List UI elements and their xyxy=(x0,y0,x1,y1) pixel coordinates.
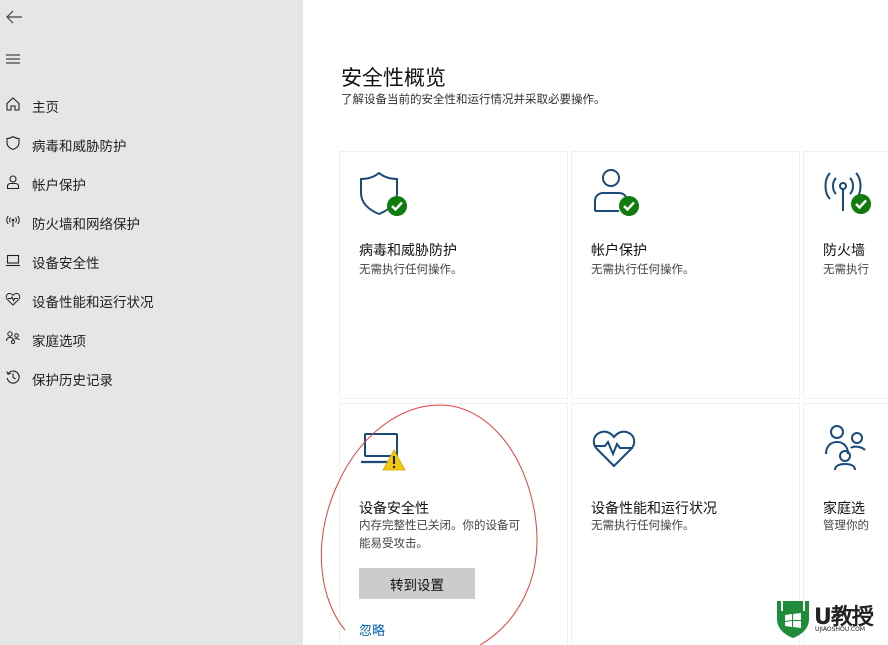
sidebar-item-label: 帐户保护 xyxy=(32,178,86,194)
sidebar-item-home[interactable]: 主页 xyxy=(0,85,303,124)
sidebar-item-label: 保护历史记录 xyxy=(32,373,113,389)
main-content: 安全性概览 了解设备当前的安全性和运行情况并采取必要操作。 病毒和威胁防护 无需… xyxy=(303,0,888,645)
shield-logo-icon xyxy=(777,601,809,638)
laptop-icon xyxy=(6,254,20,267)
sidebar-item-virus-protection[interactable]: 病毒和威胁防护 xyxy=(0,124,303,163)
sidebar-item-label: 设备性能和运行状况 xyxy=(32,295,154,311)
person-icon xyxy=(6,175,20,190)
family-icon xyxy=(825,425,866,471)
card-description-line1: 内存完整性已关闭。你的设备可 xyxy=(359,518,520,532)
card-title: 帐户保护 xyxy=(591,243,647,259)
watermark-logo: U教授 UJIAOSHOU.COM xyxy=(770,593,888,645)
sidebar-item-label: 防火墙和网络保护 xyxy=(32,217,140,233)
sidebar-item-device-security[interactable]: 设备安全性 xyxy=(0,241,303,280)
card-firewall[interactable]: 防火墙 无需执行 xyxy=(804,152,888,398)
shield-icon xyxy=(6,135,20,151)
card-description: 无需执行任何操作。 xyxy=(359,262,463,276)
hamburger-menu-icon[interactable] xyxy=(4,49,24,69)
sidebar-item-label: 家庭选项 xyxy=(32,334,86,350)
family-icon xyxy=(6,331,20,345)
card-device-performance[interactable]: 设备性能和运行状况 无需执行任何操作。 xyxy=(572,404,799,645)
sidebar: 主页 病毒和威胁防护 帐户保护 防火墙和网络保护 设备安全性 设备性能和运行状况… xyxy=(0,0,303,645)
card-virus-protection[interactable]: 病毒和威胁防护 无需执行任何操作。 xyxy=(340,152,567,398)
page-title: 安全性概览 xyxy=(341,66,446,91)
person-check-icon xyxy=(594,169,639,216)
heart-pulse-icon xyxy=(592,430,636,468)
page-subtitle: 了解设备当前的安全性和运行情况并采取必要操作。 xyxy=(341,92,606,106)
card-title: 设备安全性 xyxy=(359,501,429,517)
sidebar-item-label: 病毒和威胁防护 xyxy=(32,139,127,155)
card-title: 家庭选 xyxy=(823,501,865,517)
card-description-line2: 能易受攻击。 xyxy=(359,536,428,550)
go-to-settings-button[interactable]: 转到设置 xyxy=(359,568,475,599)
sidebar-item-protection-history[interactable]: 保护历史记录 xyxy=(0,358,303,397)
sidebar-item-account-protection[interactable]: 帐户保护 xyxy=(0,163,303,202)
sidebar-item-device-health[interactable]: 设备性能和运行状况 xyxy=(0,280,303,319)
card-description: 无需执行任何操作。 xyxy=(591,262,695,276)
wifi-antenna-icon xyxy=(6,215,20,227)
card-description: 无需执行任何操作。 xyxy=(591,518,695,532)
card-title: 设备性能和运行状况 xyxy=(591,501,717,517)
back-arrow-icon[interactable] xyxy=(4,7,24,27)
card-account-protection[interactable]: 帐户保护 无需执行任何操作。 xyxy=(572,152,799,398)
shield-check-icon xyxy=(360,171,407,216)
card-title: 病毒和威胁防护 xyxy=(359,243,457,259)
dismiss-link[interactable]: 忽略 xyxy=(359,620,385,639)
history-icon xyxy=(6,370,20,384)
sidebar-item-label: 主页 xyxy=(32,100,59,116)
heart-pulse-icon xyxy=(5,293,21,306)
card-title: 防火墙 xyxy=(823,243,865,259)
home-icon xyxy=(6,97,20,111)
card-description: 无需执行 xyxy=(823,262,869,276)
sidebar-item-label: 设备安全性 xyxy=(32,256,100,272)
card-description: 管理你的 xyxy=(823,518,869,532)
antenna-check-icon xyxy=(824,172,871,214)
sidebar-nav: 主页 病毒和威胁防护 帐户保护 防火墙和网络保护 设备安全性 设备性能和运行状况… xyxy=(0,85,303,397)
laptop-warning-icon xyxy=(361,433,406,471)
sidebar-item-firewall[interactable]: 防火墙和网络保护 xyxy=(0,202,303,241)
sidebar-item-family-options[interactable]: 家庭选项 xyxy=(0,319,303,358)
watermark-site: UJIAOSHOU.COM xyxy=(815,626,866,633)
card-device-security[interactable]: 设备安全性 内存完整性已关闭。你的设备可 能易受攻击。 转到设置 忽略 xyxy=(340,404,567,645)
